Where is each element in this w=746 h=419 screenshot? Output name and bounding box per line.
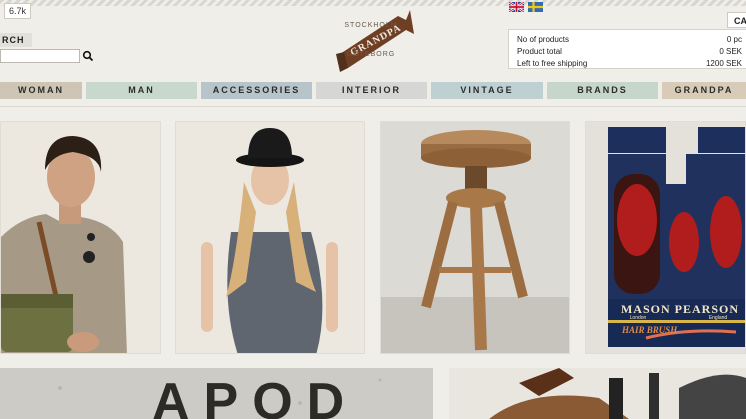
grandpa-logo[interactable]: STOCKHOLM GRANDPA GÖTEBORG	[326, 8, 416, 74]
search-input[interactable]	[0, 49, 80, 63]
main-navigation: WOMAN MAN ACCESSORIES INTERIOR VINTAGE B…	[0, 82, 746, 99]
search-button[interactable]	[82, 49, 94, 63]
nav-item-woman[interactable]: WOMAN	[0, 82, 82, 99]
bottom-banner-text: APOD	[152, 373, 359, 419]
cart-tab[interactable]: CA	[727, 12, 746, 28]
share-count-badge: 6.7k	[4, 3, 32, 19]
product-card-woman[interactable]	[175, 121, 365, 354]
cart-summary[interactable]: No of products 0 pc Product total 0 SEK …	[508, 29, 746, 69]
product-card-stool[interactable]	[380, 121, 570, 354]
brush-box-sub: HAIR BRUSH	[622, 325, 678, 335]
woman-in-hat-image	[176, 122, 364, 353]
search-label: RCH	[0, 33, 32, 47]
cart-shipping-label: Left to free shipping	[517, 59, 588, 68]
product-card-man[interactable]	[0, 121, 161, 354]
brush-box-city: London	[629, 315, 647, 321]
leather-goods-image	[449, 368, 746, 419]
nav-item-vintage[interactable]: VINTAGE	[431, 82, 543, 99]
brush-box-country: England	[708, 315, 728, 321]
nav-item-interior[interactable]: INTERIOR	[316, 82, 427, 99]
language-selector	[509, 2, 543, 14]
top-zigzag-border	[0, 0, 746, 6]
cart-count-label: No of products	[517, 35, 570, 44]
bottom-banner-left[interactable]: APOD	[0, 368, 433, 419]
bottom-banner-right[interactable]	[449, 368, 746, 419]
cart-row-total: Product total 0 SEK	[509, 46, 746, 57]
search-icon	[82, 50, 94, 62]
cart-row-shipping: Left to free shipping 1200 SEK	[509, 58, 746, 69]
nav-item-accessories[interactable]: ACCESSORIES	[201, 82, 312, 99]
logo-city-bottom: GÖTEBORG	[346, 51, 396, 58]
wooden-stool-image	[381, 122, 569, 353]
cart-total-value: 0 SEK	[719, 47, 742, 56]
sweden-flag-icon[interactable]	[528, 2, 543, 12]
cart-total-label: Product total	[517, 47, 562, 56]
product-card-brushes[interactable]: MASON PEARSON London England HAIR BRUSH	[585, 121, 746, 354]
man-with-bag-image	[1, 122, 160, 353]
cart-count-value: 0 pc	[726, 35, 742, 44]
cart-shipping-value: 1200 SEK	[705, 59, 742, 68]
nav-divider	[0, 106, 746, 107]
nav-item-brands[interactable]: BRANDS	[547, 82, 658, 99]
uk-flag-icon[interactable]	[509, 2, 524, 12]
nav-item-grandpa[interactable]: GRANDPA	[662, 82, 746, 99]
cart-row-count: No of products 0 pc	[509, 34, 746, 45]
nav-item-man[interactable]: MAN	[86, 82, 197, 99]
